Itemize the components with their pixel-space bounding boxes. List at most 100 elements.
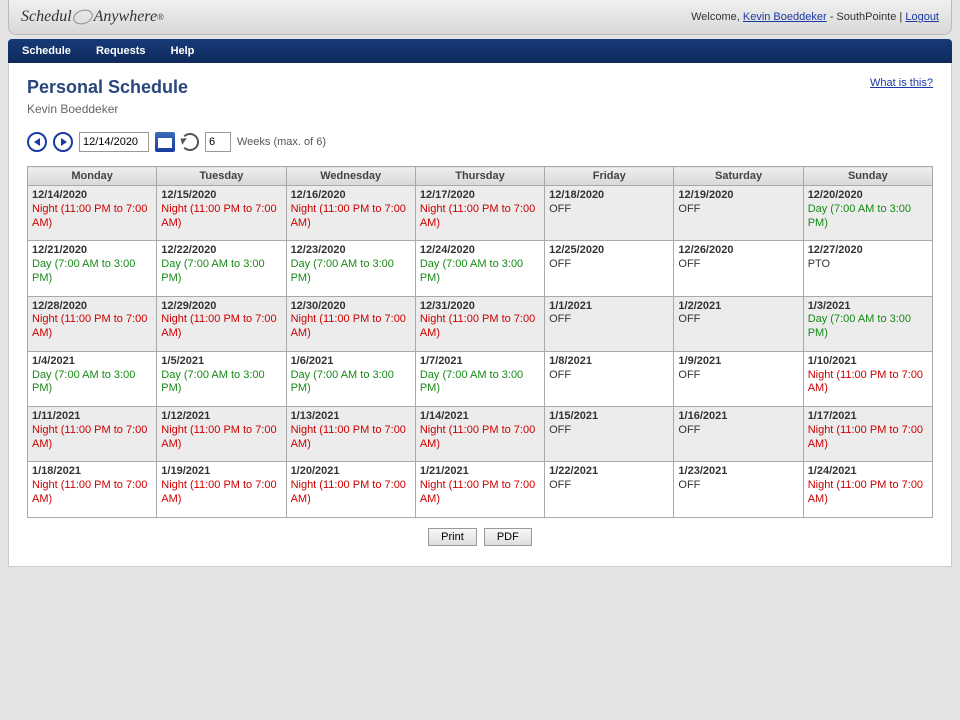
cell-date: 1/9/2021 [678,355,798,369]
refresh-icon[interactable] [181,133,199,151]
cell-shift: Day (7:00 AM to 3:00 PM) [161,258,281,286]
cell-date: 12/29/2020 [161,300,281,314]
schedule-cell: 1/13/2021Night (11:00 PM to 7:00 AM) [286,407,415,462]
schedule-cell: 1/2/2021OFF [674,296,803,351]
logo-text-post: Anywhere [94,8,157,26]
cell-shift: Day (7:00 AM to 3:00 PM) [161,369,281,397]
cell-date: 1/17/2021 [808,410,928,424]
cell-shift: OFF [549,424,669,438]
pdf-button[interactable]: PDF [484,528,532,546]
cell-shift: Night (11:00 PM to 7:00 AM) [808,424,928,452]
cell-date: 1/10/2021 [808,355,928,369]
schedule-cell: 1/19/2021Night (11:00 PM to 7:00 AM) [157,462,286,517]
schedule-cell: 1/12/2021Night (11:00 PM to 7:00 AM) [157,407,286,462]
cell-shift: Night (11:00 PM to 7:00 AM) [32,479,152,507]
cell-shift: OFF [678,258,798,272]
cell-date: 12/18/2020 [549,189,669,203]
cell-shift: Day (7:00 AM to 3:00 PM) [808,313,928,341]
cell-date: 1/24/2021 [808,465,928,479]
location-label: SouthPointe [836,11,896,23]
cell-date: 12/15/2020 [161,189,281,203]
prev-button[interactable] [27,132,47,152]
schedule-cell: 12/28/2020Night (11:00 PM to 7:00 AM) [28,296,157,351]
welcome-text: Welcome, Kevin Boeddeker - SouthPointe |… [691,11,939,23]
cell-date: 12/20/2020 [808,189,928,203]
schedule-cell: 12/25/2020OFF [545,241,674,296]
cell-shift: OFF [549,369,669,383]
schedule-cell: 1/20/2021Night (11:00 PM to 7:00 AM) [286,462,415,517]
cell-shift: Day (7:00 AM to 3:00 PM) [291,258,411,286]
schedule-cell: 1/17/2021Night (11:00 PM to 7:00 AM) [803,407,932,462]
cell-shift: Night (11:00 PM to 7:00 AM) [291,424,411,452]
schedule-cell: 1/3/2021Day (7:00 AM to 3:00 PM) [803,296,932,351]
cell-date: 12/23/2020 [291,244,411,258]
schedule-cell: 12/17/2020Night (11:00 PM to 7:00 AM) [415,186,544,241]
schedule-cell: 1/10/2021Night (11:00 PM to 7:00 AM) [803,351,932,406]
cell-date: 1/23/2021 [678,465,798,479]
schedule-cell: 1/11/2021Night (11:00 PM to 7:00 AM) [28,407,157,462]
logout-link[interactable]: Logout [905,11,939,23]
nav-requests[interactable]: Requests [96,45,146,57]
day-header: Wednesday [286,167,415,186]
cell-shift: OFF [678,313,798,327]
cell-shift: Night (11:00 PM to 7:00 AM) [808,369,928,397]
schedule-row: 12/14/2020Night (11:00 PM to 7:00 AM)12/… [28,186,933,241]
cell-shift: Night (11:00 PM to 7:00 AM) [161,203,281,231]
next-button[interactable] [53,132,73,152]
cell-date: 1/13/2021 [291,410,411,424]
cell-shift: Night (11:00 PM to 7:00 AM) [808,479,928,507]
cell-shift: Night (11:00 PM to 7:00 AM) [32,313,152,341]
cell-shift: Day (7:00 AM to 3:00 PM) [291,369,411,397]
schedule-row: 1/11/2021Night (11:00 PM to 7:00 AM)1/12… [28,407,933,462]
schedule-cell: 1/14/2021Night (11:00 PM to 7:00 AM) [415,407,544,462]
cell-date: 1/19/2021 [161,465,281,479]
nav-schedule[interactable]: Schedule [22,45,71,57]
schedule-cell: 12/16/2020Night (11:00 PM to 7:00 AM) [286,186,415,241]
cell-date: 1/15/2021 [549,410,669,424]
schedule-cell: 1/7/2021Day (7:00 AM to 3:00 PM) [415,351,544,406]
cell-shift: OFF [549,203,669,217]
schedule-row: 1/18/2021Night (11:00 PM to 7:00 AM)1/19… [28,462,933,517]
schedule-cell: 1/4/2021Day (7:00 AM to 3:00 PM) [28,351,157,406]
cell-shift: Night (11:00 PM to 7:00 AM) [291,479,411,507]
schedule-row: 12/21/2020Day (7:00 AM to 3:00 PM)12/22/… [28,241,933,296]
day-header: Sunday [803,167,932,186]
cell-date: 12/26/2020 [678,244,798,258]
schedule-row: 1/4/2021Day (7:00 AM to 3:00 PM)1/5/2021… [28,351,933,406]
schedule-cell: 12/31/2020Night (11:00 PM to 7:00 AM) [415,296,544,351]
cell-shift: Night (11:00 PM to 7:00 AM) [291,313,411,341]
schedule-cell: 1/22/2021OFF [545,462,674,517]
cell-shift: Day (7:00 AM to 3:00 PM) [420,258,540,286]
schedule-cell: 1/5/2021Day (7:00 AM to 3:00 PM) [157,351,286,406]
cell-date: 1/16/2021 [678,410,798,424]
cell-date: 12/16/2020 [291,189,411,203]
cell-date: 1/21/2021 [420,465,540,479]
cell-date: 1/7/2021 [420,355,540,369]
cell-date: 12/31/2020 [420,300,540,314]
page-title: Personal Schedule [27,77,188,98]
cell-shift: Night (11:00 PM to 7:00 AM) [161,313,281,341]
day-header: Saturday [674,167,803,186]
calendar-icon[interactable] [155,132,175,152]
what-is-this-link[interactable]: What is this? [870,77,933,89]
cell-date: 12/25/2020 [549,244,669,258]
user-link[interactable]: Kevin Boeddeker [743,11,827,23]
cell-date: 12/30/2020 [291,300,411,314]
schedule-cell: 12/23/2020Day (7:00 AM to 3:00 PM) [286,241,415,296]
cell-shift: Night (11:00 PM to 7:00 AM) [161,424,281,452]
nav-help[interactable]: Help [171,45,195,57]
cell-shift: OFF [549,479,669,493]
print-button[interactable]: Print [428,528,477,546]
actions: Print PDF [27,528,933,546]
cell-date: 1/12/2021 [161,410,281,424]
schedule-cell: 1/6/2021Day (7:00 AM to 3:00 PM) [286,351,415,406]
cell-date: 12/28/2020 [32,300,152,314]
cell-shift: OFF [549,313,669,327]
logo-reg: ® [157,12,164,22]
schedule-cell: 12/30/2020Night (11:00 PM to 7:00 AM) [286,296,415,351]
date-input[interactable] [79,132,149,152]
logo: Schedul Anywhere ® [21,8,164,26]
cell-date: 1/6/2021 [291,355,411,369]
weeks-input[interactable] [205,132,231,152]
header-bar: Schedul Anywhere ® Welcome, Kevin Boedde… [8,0,952,35]
